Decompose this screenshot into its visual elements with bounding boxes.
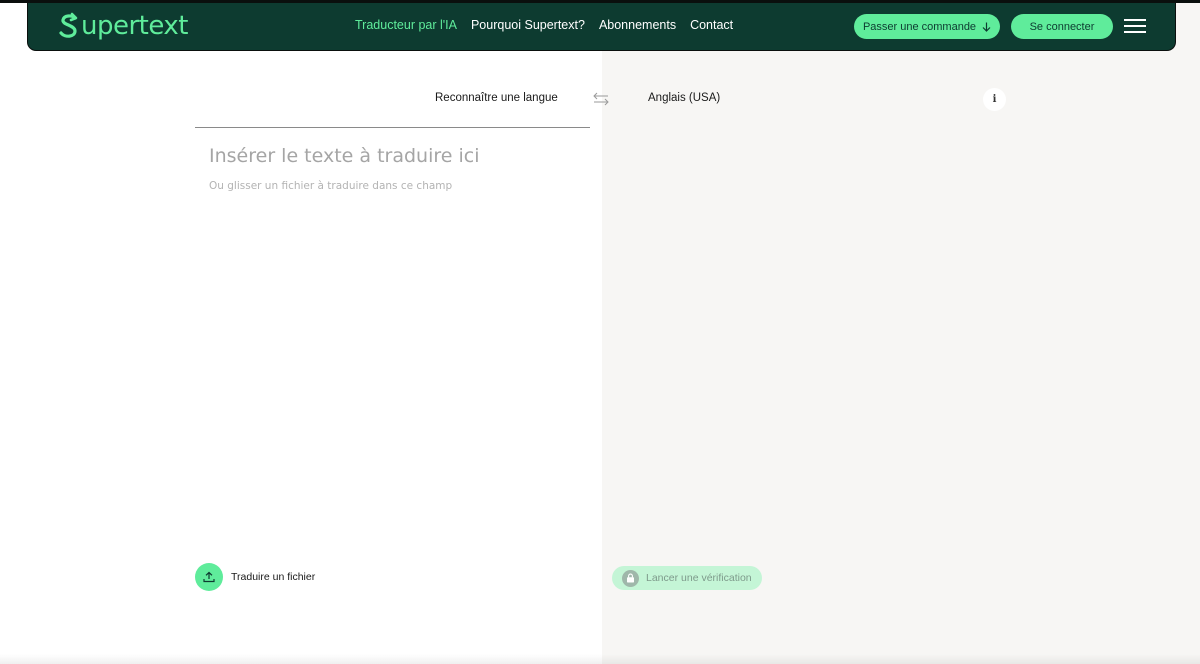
source-text-input[interactable]: Insérer le texte à traduire ici Ou gliss… — [195, 128, 590, 548]
info-glyph: i — [992, 94, 997, 105]
login-button[interactable]: Se connecter — [1011, 14, 1113, 39]
place-order-label: Passer une commande — [862, 20, 977, 33]
nav-why-supertext[interactable]: Pourquoi Supertext? — [471, 18, 585, 32]
start-verification-label: Lancer une vérification — [646, 572, 752, 584]
arrow-down-icon — [982, 22, 991, 32]
logo-s-icon — [59, 12, 78, 38]
upload-file-label[interactable]: Traduire un fichier — [231, 571, 315, 583]
page: upertext Traducteur par l'IA Pourquoi Su… — [0, 0, 1200, 664]
supertext-logo[interactable]: upertext — [58, 10, 188, 42]
start-verification-button: Lancer une vérification — [612, 566, 762, 590]
nav-contact[interactable]: Contact — [690, 18, 733, 32]
source-language-selector[interactable]: Reconnaître une langue — [435, 92, 558, 104]
nav-ai-translator[interactable]: Traducteur par l'IA — [355, 18, 457, 32]
place-order-button[interactable]: Passer une commande — [854, 14, 1000, 39]
lock-icon — [622, 569, 639, 587]
upload-icon — [203, 571, 215, 583]
logo-text: upertext — [81, 11, 188, 41]
main-nav: Traducteur par l'IA Pourquoi Supertext? … — [355, 18, 733, 32]
source-drop-hint: Ou glisser un fichier à traduire dans ce… — [209, 180, 453, 192]
nav-subscriptions[interactable]: Abonnements — [599, 18, 676, 32]
info-icon[interactable]: i — [983, 88, 1006, 111]
hamburger-icon[interactable] — [1124, 19, 1146, 33]
target-language-selector[interactable]: Anglais (USA) — [648, 92, 720, 104]
bottom-shadow — [0, 654, 1200, 664]
site-header: upertext Traducteur par l'IA Pourquoi Su… — [27, 0, 1176, 51]
source-placeholder: Insérer le texte à traduire ici — [209, 145, 480, 167]
top-border — [0, 0, 1200, 3]
upload-file-button[interactable] — [195, 563, 223, 591]
swap-arrows-icon[interactable] — [592, 92, 610, 106]
